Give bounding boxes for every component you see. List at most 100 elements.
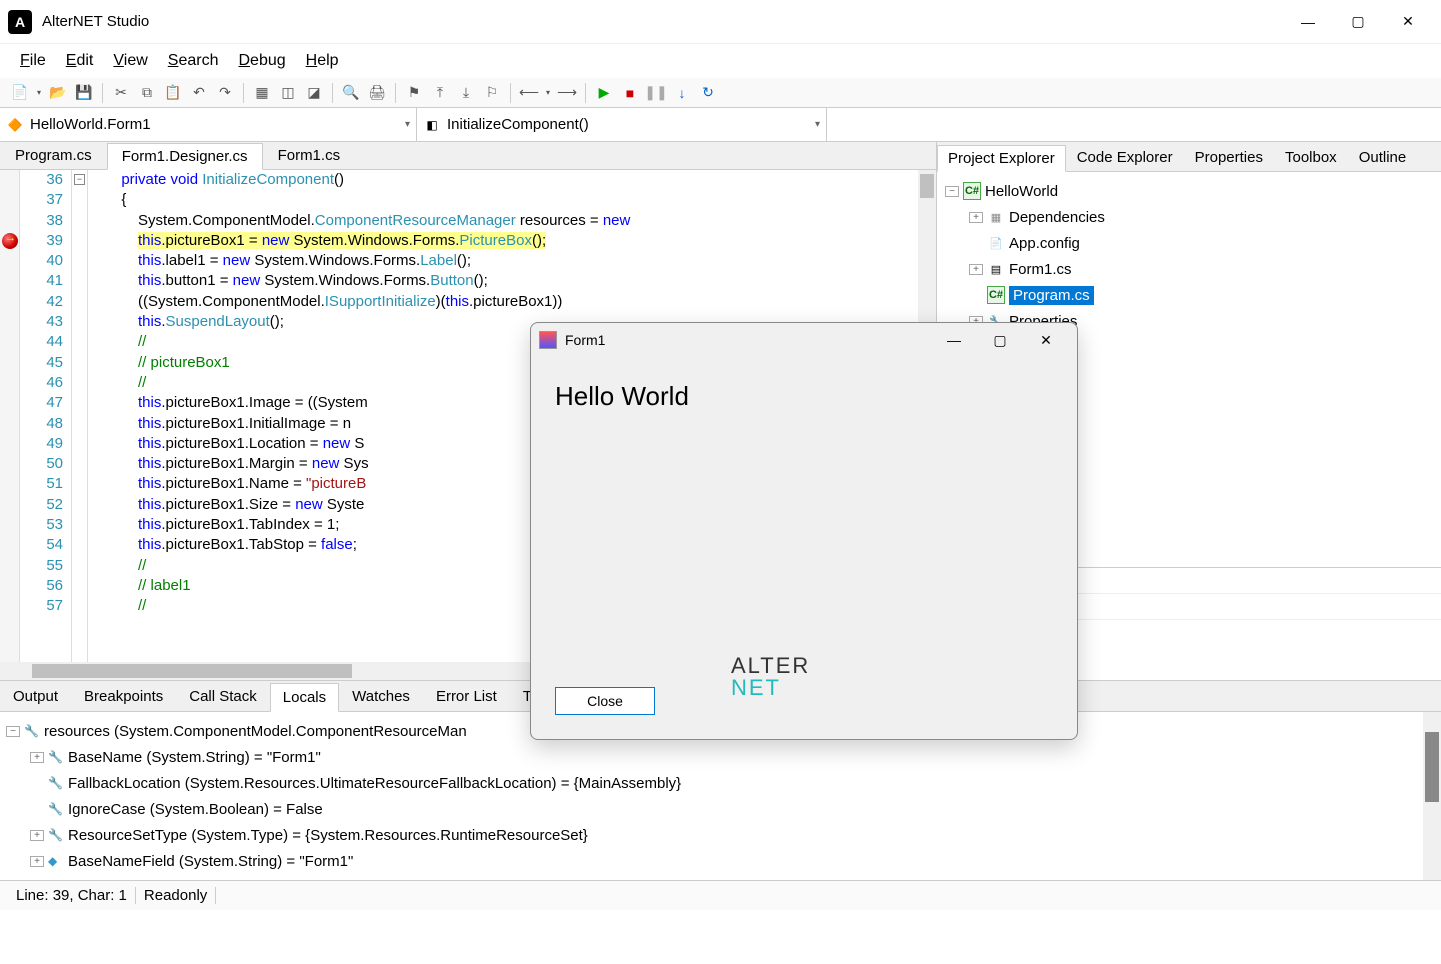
toolbar: 📄 ▾ 📂 💾 ✂ ⧉ 📋 ↶ ↷ ▦ ◫ ◪ 🔍 🖨 ⚑ ⤒ ⤓ ⚐ ⟵ ▾ … [0,78,1441,108]
print-icon[interactable]: 🖨 [365,81,389,105]
chevron-down-icon: ▾ [815,119,820,130]
hello-label: Hello World [555,381,1053,412]
bookmark-icon[interactable]: ⚑ [402,81,426,105]
fold-gutter[interactable]: − [72,170,88,662]
minimize-button[interactable]: — [1283,6,1333,38]
redo-icon[interactable]: ↷ [213,81,237,105]
tab-locals[interactable]: Locals [270,683,339,712]
maximize-button[interactable]: ▢ [1333,6,1383,38]
chevron-down-icon: ▾ [405,119,410,130]
tree-node-form1[interactable]: + ▤ Form1.cs [941,256,1437,282]
locals-node[interactable]: +🔧 BaseName (System.String) = "Form1" [6,744,1435,770]
app-logo-icon: A [8,10,32,34]
tree-node-appconfig[interactable]: 📄 App.config [941,230,1437,256]
paste-icon[interactable]: 📋 [161,81,185,105]
breakpoint-gutter[interactable] [0,170,20,662]
form-minimize-button[interactable]: — [931,325,977,355]
form-icon [539,331,557,349]
locals-node[interactable]: 🔧 FallbackLocation (System.Resources.Ult… [6,770,1435,796]
copy-icon[interactable]: ⧉ [135,81,159,105]
stop-icon[interactable]: ■ [618,81,642,105]
locals-node[interactable]: +🔧 ResourceSetType (System.Type) = {Syst… [6,822,1435,848]
tab-output[interactable]: Output [0,682,71,711]
tree-node-program[interactable]: C# Program.cs [941,282,1437,308]
file-tabs: Program.cs Form1.Designer.cs Form1.cs [0,142,936,170]
locals-node[interactable]: +◆ BaseNameField (System.String) = "Form… [6,848,1435,874]
locals-scrollbar[interactable] [1423,712,1441,880]
tab-project-explorer[interactable]: Project Explorer [937,145,1066,172]
form-close-button[interactable]: ✕ [1023,325,1069,355]
right-panel-tabs: Project Explorer Code Explorer Propertie… [937,142,1441,172]
tool-icon-2[interactable]: ◪ [302,81,326,105]
open-icon[interactable]: 📂 [46,81,70,105]
tab-error-list[interactable]: Error List [423,682,510,711]
nav-back-icon[interactable]: ⟵ [517,81,541,105]
method-icon: ◧ [423,116,441,134]
status-position: Line: 39, Char: 1 [8,887,136,904]
wrench-icon: 🔧 [48,802,64,816]
nav-fwd-icon[interactable]: ⟶ [555,81,579,105]
alternet-logo: ALTER NET [731,655,810,699]
pause-icon[interactable]: ❚❚ [644,81,668,105]
close-button[interactable]: Close [555,687,655,715]
select-all-icon[interactable]: ▦ [250,81,274,105]
run-icon[interactable]: ▶ [592,81,616,105]
bookmark-next-icon[interactable]: ⤓ [454,81,478,105]
tab-form1-designer-cs[interactable]: Form1.Designer.cs [107,143,263,170]
form-titlebar[interactable]: Form1 — ▢ ✕ [531,323,1077,357]
tab-call-stack[interactable]: Call Stack [176,682,270,711]
wrench-icon: 🔧 [48,828,64,842]
wrench-icon: 🔧 [48,750,64,764]
tab-outline[interactable]: Outline [1348,144,1418,171]
find-icon[interactable]: 🔍 [339,81,363,105]
menu-search[interactable]: Search [160,48,227,74]
tab-toolbox[interactable]: Toolbox [1274,144,1348,171]
status-mode: Readonly [136,887,216,904]
nav-back-drop-icon[interactable]: ▾ [543,81,553,105]
class-selector[interactable]: 🔶 HelloWorld.Form1 ▾ [0,108,417,141]
tab-form1-cs[interactable]: Form1.cs [263,142,356,169]
tab-properties[interactable]: Properties [1184,144,1274,171]
tab-breakpoints[interactable]: Breakpoints [71,682,176,711]
tab-program-cs[interactable]: Program.cs [0,142,107,169]
nav-combos: 🔶 HelloWorld.Form1 ▾ ◧ InitializeCompone… [0,108,1441,142]
line-numbers: 3637383940414243444546474849505152535455… [20,170,72,662]
wrench-icon: 🔧 [48,776,64,790]
menu-view[interactable]: View [105,48,155,74]
menu-file[interactable]: File [12,48,54,74]
step-over-icon[interactable]: ↻ [696,81,720,105]
tree-node-project[interactable]: − C# HelloWorld [941,178,1437,204]
wrench-icon: 🔧 [24,724,40,738]
tab-watches[interactable]: Watches [339,682,423,711]
status-bar: Line: 39, Char: 1 Readonly [0,880,1441,910]
csharp-file-icon: C# [987,286,1005,304]
form-title: Form1 [565,332,931,348]
running-form-window[interactable]: Form1 — ▢ ✕ Hello World ALTER NET Close [530,322,1078,740]
close-window-button[interactable]: ✕ [1383,6,1433,38]
undo-icon[interactable]: ↶ [187,81,211,105]
form-maximize-button[interactable]: ▢ [977,325,1023,355]
menu-debug[interactable]: Debug [230,48,293,74]
member-selector[interactable]: ◧ InitializeComponent() ▾ [417,108,827,141]
menu-edit[interactable]: Edit [58,48,102,74]
new-file-icon[interactable]: 📄 [8,81,32,105]
new-dropdown-icon[interactable]: ▾ [34,81,44,105]
cut-icon[interactable]: ✂ [109,81,133,105]
form-file-icon: ▤ [987,260,1005,278]
fold-collapse-icon[interactable]: − [74,174,85,185]
tool-icon-1[interactable]: ◫ [276,81,300,105]
title-bar: A AlterNET Studio — ▢ ✕ [0,0,1441,44]
csharp-project-icon: C# [963,182,981,200]
save-icon[interactable]: 💾 [72,81,96,105]
dependencies-icon: ▦ [987,208,1005,226]
bookmark-prev-icon[interactable]: ⤒ [428,81,452,105]
locals-node[interactable]: 🔧 IgnoreCase (System.Boolean) = False [6,796,1435,822]
bookmark-clear-icon[interactable]: ⚐ [480,81,504,105]
tree-node-dependencies[interactable]: + ▦ Dependencies [941,204,1437,230]
tab-code-explorer[interactable]: Code Explorer [1066,144,1184,171]
menu-bar: File Edit View Search Debug Help [0,44,1441,78]
menu-help[interactable]: Help [298,48,347,74]
step-into-icon[interactable]: ↓ [670,81,694,105]
form-body: Hello World ALTER NET Close [531,357,1077,739]
class-icon: 🔶 [6,116,24,134]
